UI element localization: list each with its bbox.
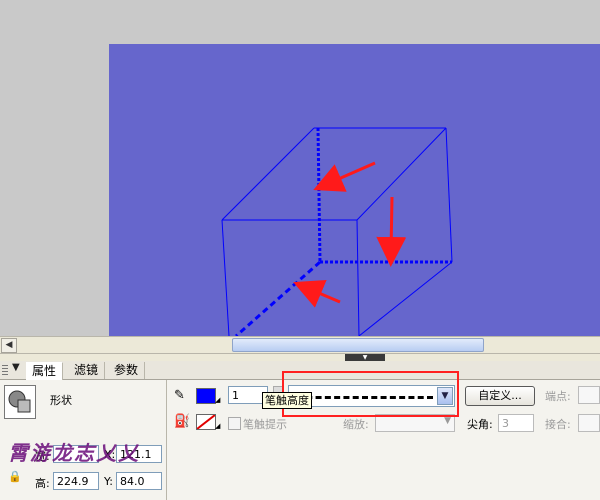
join-dropdown[interactable] [578, 414, 600, 432]
arrow-to-diagonal-edge [293, 280, 341, 308]
y-label: Y: [104, 475, 113, 488]
pencil-icon: ✎ [174, 388, 185, 403]
cube-bottom-right-edge [358, 261, 453, 336]
tab-filters[interactable]: 滤镜 [68, 362, 106, 379]
panel-collapse-arrow-icon[interactable]: ▼ [12, 362, 20, 373]
scrollbar-thumb[interactable] [232, 338, 484, 352]
stroke-color-swatch[interactable] [196, 388, 216, 404]
stroke-hint-checkbox[interactable] [228, 417, 241, 430]
height-field[interactable]: 224.9 [53, 472, 99, 490]
panel-grip-icon[interactable] [2, 365, 8, 375]
y-field[interactable]: 84.0 [116, 472, 162, 490]
paint-bucket-icon: ⛽ [174, 414, 191, 429]
cube-top-right-edge [356, 127, 447, 221]
stage-area [0, 0, 600, 336]
cube-drawing [221, 127, 453, 336]
collapse-handle-icon[interactable]: ▼ [345, 354, 385, 361]
fill-color-dropdown-icon[interactable]: ◢ [215, 422, 220, 430]
lock-icon[interactable]: 🔒 [8, 470, 22, 483]
tab-parameters[interactable]: 参数 [108, 362, 146, 379]
cube-back-right-edge [445, 127, 453, 263]
miter-label: 尖角: [467, 418, 493, 431]
stroke-hint-label: 笔触提示 [243, 418, 287, 431]
height-label: 高: [35, 477, 50, 490]
arrow-to-vertical-edge [313, 161, 376, 192]
cube-front-left-edge [221, 219, 230, 336]
watermark-text: 霄游龙志乂乂 [8, 441, 140, 465]
panel-divider [166, 380, 167, 500]
join-label: 接合: [545, 418, 571, 431]
scroll-left-button[interactable]: ◀ [1, 338, 17, 353]
fill-color-swatch[interactable] [196, 414, 216, 430]
scale-label: 缩放: [343, 418, 369, 431]
cube-front-face [222, 219, 360, 336]
cap-dropdown[interactable] [578, 386, 600, 404]
hidden-vertical-edge [316, 127, 322, 263]
tab-properties[interactable]: 属性 [26, 362, 64, 380]
shape-type-icon [4, 385, 36, 419]
miter-field[interactable]: 3 [498, 414, 534, 432]
object-type-label: 形状 [50, 394, 72, 407]
stroke-color-dropdown-icon[interactable]: ◢ [215, 396, 220, 404]
stage-canvas[interactable] [109, 44, 600, 336]
custom-stroke-button[interactable]: 自定义... [465, 386, 535, 406]
scale-chevron-icon: ▼ [444, 416, 451, 426]
cube-top-left-edge [221, 127, 315, 221]
cap-label: 端点: [545, 390, 571, 403]
stroke-height-tooltip: 笔触高度 [262, 392, 312, 409]
hidden-diagonal-edge [235, 260, 321, 336]
horizontal-scrollbar[interactable]: ◀ [0, 336, 600, 353]
arrow-to-horizontal-edge [376, 196, 407, 267]
